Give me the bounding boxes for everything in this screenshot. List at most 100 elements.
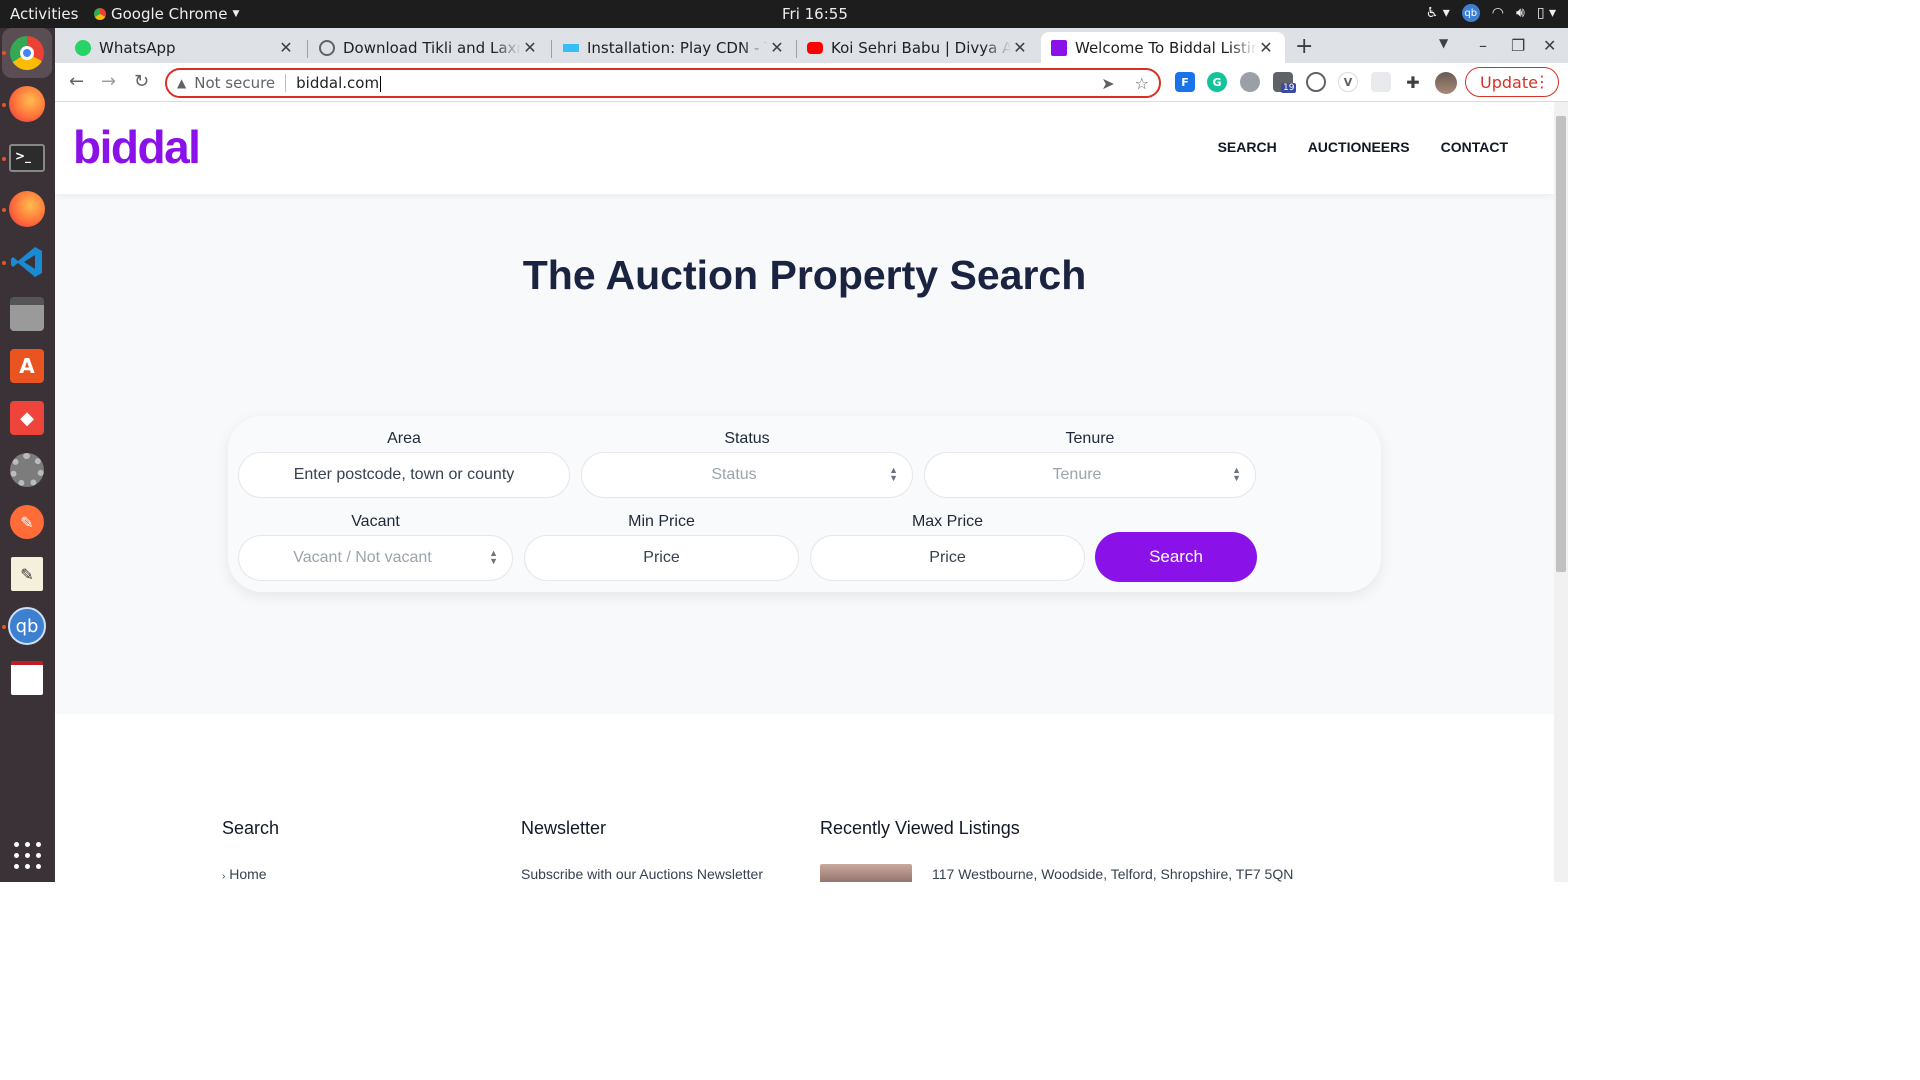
tab-biddal[interactable]: Welcome To Biddal Listing ✕ — [1041, 32, 1285, 63]
status-select[interactable]: Status ▲ ▼ — [581, 452, 913, 498]
document-viewer-icon[interactable] — [7, 658, 47, 698]
app-menu[interactable]: Google Chrome ▼ — [94, 5, 239, 23]
area-input[interactable]: Enter postcode, town or county — [238, 452, 570, 498]
nav-auctioneers-link[interactable]: AUCTIONEERS — [1308, 139, 1410, 155]
files-icon[interactable] — [7, 294, 47, 334]
software-center-icon[interactable]: A — [7, 346, 47, 386]
puzzle-icon[interactable]: ✚ — [1403, 72, 1423, 92]
forward-icon[interactable]: → — [101, 71, 116, 92]
system-tray[interactable]: ♿︎ ▾ qb ◠ 🔊︎ ▯ ▾ — [1426, 4, 1556, 22]
close-icon[interactable]: ✕ — [277, 38, 295, 57]
warning-icon[interactable]: ▲ — [177, 76, 186, 90]
min-price-input[interactable]: Price — [524, 535, 799, 581]
min-price-label: Min Price — [628, 513, 695, 530]
reload-icon[interactable]: ↻ — [134, 71, 149, 92]
tab-search-icon[interactable]: ▼ — [1439, 36, 1448, 50]
globe-extension-icon[interactable] — [1240, 72, 1260, 92]
footer-home-label: Home — [229, 866, 267, 882]
nav-contact-link[interactable]: CONTACT — [1441, 139, 1508, 155]
window-close-icon[interactable]: ✕ — [1543, 36, 1556, 55]
running-indicator — [2, 208, 6, 212]
area-placeholder: Enter postcode, town or county — [293, 466, 515, 483]
activities-button[interactable]: Activities — [10, 5, 78, 23]
tenure-select[interactable]: Tenure ▲ ▼ — [924, 452, 1256, 498]
running-indicator — [2, 625, 6, 629]
vacant-label: Vacant — [351, 513, 400, 530]
send-icon[interactable]: ➤ — [1101, 74, 1114, 93]
tab-strip: WhatsApp ✕ Download Tikli and Laxmi ✕ In… — [55, 28, 1568, 63]
text-editor-icon[interactable]: ✎ — [7, 554, 47, 594]
nav-search-link[interactable]: SEARCH — [1218, 139, 1277, 155]
firefox-icon[interactable] — [7, 84, 47, 124]
max-price-input[interactable]: Price — [810, 535, 1085, 581]
close-icon[interactable]: ✕ — [1011, 38, 1029, 57]
minimize-icon[interactable]: – — [1479, 36, 1487, 55]
update-button[interactable]: Update ⋮ — [1465, 67, 1559, 97]
youtube-icon — [807, 41, 823, 54]
dock: >_ A ◆ ✎ ✎ qb — [0, 28, 55, 882]
firefox-icon[interactable] — [7, 189, 47, 229]
footer-newsletter-column: Newsletter Subscribe with our Auctions N… — [521, 818, 801, 882]
show-applications-icon[interactable] — [14, 842, 42, 870]
tab-title: Installation: Play CDN - Ta — [587, 38, 768, 57]
qbittorrent-tray-icon[interactable]: qb — [1461, 4, 1480, 22]
more-menu-icon[interactable]: ⋮ — [1534, 72, 1550, 91]
tab-tailwind-installation[interactable]: Installation: Play CDN - Ta ✕ — [553, 32, 796, 63]
address-bar[interactable]: ▲ Not secure biddal.com ➤ ☆ — [165, 68, 1161, 98]
whatsapp-icon — [75, 39, 91, 56]
min-price-placeholder: Price — [643, 549, 680, 566]
page-viewport: biddal SEARCH AUCTIONEERS CONTACT The Au… — [55, 102, 1554, 882]
bookmark-star-icon[interactable]: ☆ — [1135, 74, 1149, 93]
search-button[interactable]: Search — [1095, 532, 1257, 582]
footer-search-heading: Search — [222, 818, 280, 838]
anydesk-icon[interactable]: ◆ — [7, 398, 47, 438]
settings-icon[interactable] — [7, 450, 47, 490]
maximize-icon[interactable]: ❐ — [1511, 36, 1525, 55]
new-tab-button[interactable]: + — [1295, 34, 1313, 59]
clock[interactable]: Fri 16:55 — [782, 5, 848, 23]
volume-icon[interactable]: 🔊︎ — [1516, 5, 1525, 21]
qbittorrent-icon[interactable]: qb — [7, 606, 47, 646]
site-footer: Search › Home Newsletter Subscribe with … — [55, 714, 1554, 882]
chevron-down-icon: ▼ — [232, 9, 240, 19]
max-price-label: Max Price — [911, 513, 984, 530]
tab-youtube[interactable]: Koi Sehri Babu | Divya Aga ✕ — [797, 32, 1039, 63]
system-top-bar: Activities Google Chrome ▼ Fri 16:55 ♿︎ … — [0, 0, 1568, 28]
extension-ft-icon[interactable]: F — [1175, 72, 1195, 92]
tab-download-tikli[interactable]: Download Tikli and Laxmi ✕ — [309, 32, 549, 63]
recent-listing-link[interactable]: 117 Westbourne, Woodside, Telford, Shrop… — [932, 866, 1293, 882]
close-icon[interactable]: ✕ — [768, 38, 786, 57]
running-indicator — [2, 157, 6, 161]
back-icon[interactable]: ← — [69, 71, 84, 92]
terminal-icon[interactable]: >_ — [7, 138, 47, 178]
avatar[interactable] — [1435, 72, 1457, 94]
close-icon[interactable]: ✕ — [1257, 38, 1275, 57]
wifi-icon[interactable]: ◠ — [1492, 5, 1504, 21]
footer-home-link[interactable]: › Home — [222, 866, 267, 882]
close-icon[interactable]: ✕ — [521, 38, 539, 57]
page-scrollbar[interactable] — [1554, 102, 1568, 882]
vscode-icon[interactable] — [7, 242, 47, 282]
chevron-right-icon: › — [222, 871, 226, 882]
footer-newsletter-heading: Newsletter — [521, 818, 607, 838]
tab-title: WhatsApp — [99, 38, 176, 57]
grammarly-icon[interactable]: G — [1207, 72, 1227, 92]
running-indicator — [2, 51, 6, 55]
scrollbar-thumb[interactable] — [1556, 116, 1566, 572]
listing-thumbnail[interactable] — [820, 864, 912, 882]
site-logo[interactable]: biddal — [73, 120, 201, 174]
url-text[interactable]: biddal.com — [296, 74, 381, 92]
vacant-select[interactable]: Vacant / Not vacant ▲ ▼ — [238, 535, 513, 581]
globe-icon — [319, 39, 335, 56]
postman-icon[interactable]: ✎ — [7, 502, 47, 542]
devtools-extension-icon[interactable] — [1306, 72, 1326, 92]
app-menu-label: Google Chrome — [111, 5, 228, 23]
vue-devtools-icon[interactable]: V — [1338, 72, 1358, 92]
footer-recent-listings-column: Recently Viewed Listings 117 Westbourne,… — [820, 818, 1380, 882]
security-label[interactable]: Not secure — [194, 74, 275, 92]
extension-blank-icon[interactable] — [1371, 72, 1391, 92]
chrome-icon[interactable] — [2, 28, 52, 78]
accessibility-icon[interactable]: ♿︎ ▾ — [1426, 5, 1450, 21]
battery-icon[interactable]: ▯ ▾ — [1537, 5, 1556, 21]
tab-whatsapp[interactable]: WhatsApp ✕ — [65, 32, 305, 63]
